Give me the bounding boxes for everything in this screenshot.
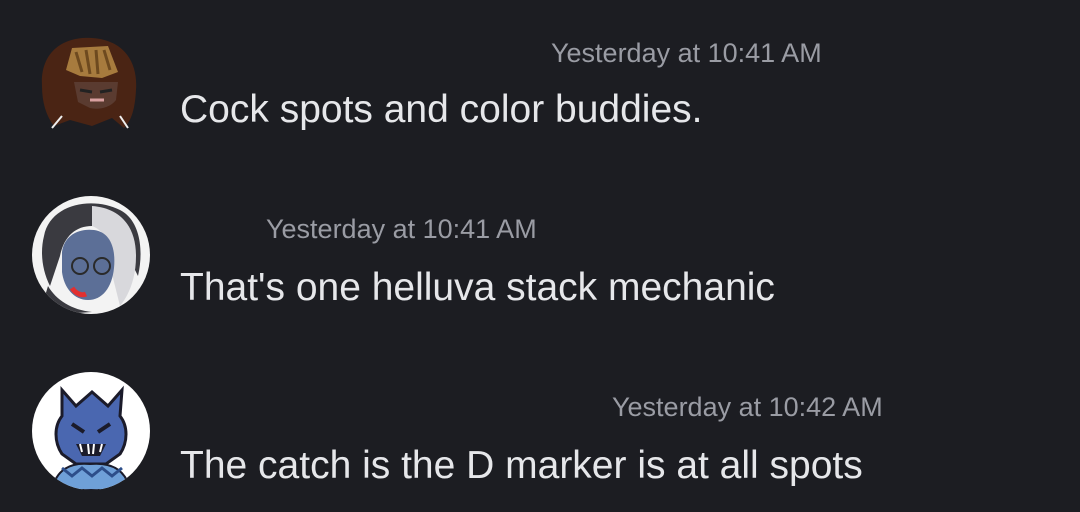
chat-message: Yesterday at 10:41 AM That's one helluva…: [0, 192, 1080, 352]
chat-message: Yesterday at 10:42 AM The catch is the D…: [0, 368, 1080, 512]
message-text: Cock spots and color buddies.: [180, 88, 703, 131]
message-timestamp: Yesterday at 10:42 AM: [612, 392, 883, 422]
user-avatar-silver-hair-icon[interactable]: [32, 196, 150, 314]
message-timestamp: Yesterday at 10:41 AM: [551, 38, 822, 68]
message-text: That's one helluva stack mechanic: [180, 266, 775, 309]
message-timestamp: Yesterday at 10:41 AM: [266, 214, 537, 244]
avatar-image: [32, 196, 150, 314]
chat-message-list: Yesterday at 10:41 AM Cock spots and col…: [0, 0, 1080, 512]
avatar-image: [32, 372, 150, 490]
message-text: The catch is the D marker is at all spot…: [180, 444, 863, 487]
user-avatar-brown-hair-icon[interactable]: [32, 28, 150, 146]
user-avatar-blue-dragon-icon[interactable]: [32, 372, 150, 490]
chat-message: Yesterday at 10:41 AM Cock spots and col…: [0, 20, 1080, 180]
avatar-image: [32, 28, 150, 146]
